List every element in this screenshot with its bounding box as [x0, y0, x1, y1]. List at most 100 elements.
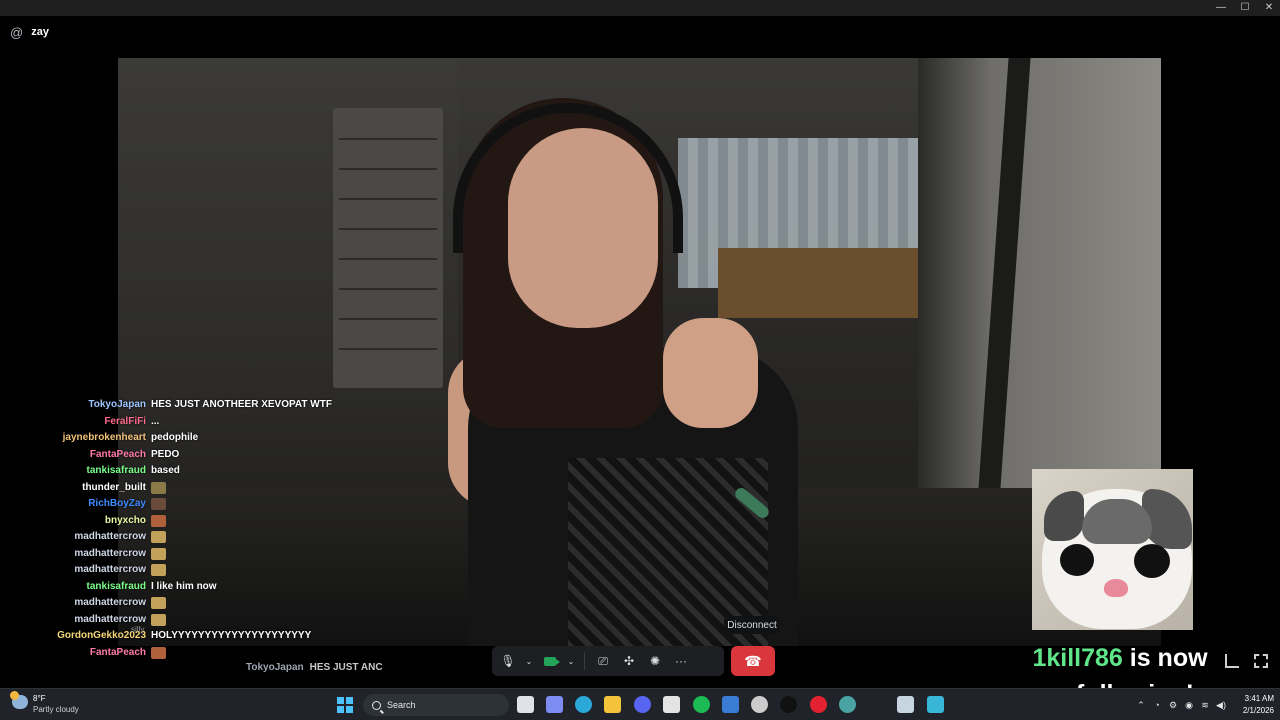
- chat-username[interactable]: madhattercrow: [74, 529, 146, 545]
- emote-icon: [151, 481, 166, 494]
- divider: [584, 652, 585, 670]
- more-options-icon[interactable]: ···: [669, 648, 693, 674]
- chat-message: madhattercrow: [0, 529, 340, 545]
- chat-message: jaynebrokenheart pedophile: [0, 430, 340, 446]
- mic-options-chevron-icon[interactable]: ⌄: [522, 648, 536, 674]
- call-header: @ zay: [10, 24, 49, 40]
- latest-chat-user: TokyoJapan: [246, 662, 304, 673]
- follow-alert-user: 1kill786: [1032, 644, 1123, 672]
- channel-name[interactable]: zay: [31, 26, 49, 38]
- emote-icon: [151, 597, 166, 609]
- fullscreen-icon[interactable]: [1254, 654, 1268, 668]
- windows-start-icon[interactable]: [337, 697, 353, 713]
- pop-out-icon[interactable]: [1225, 654, 1239, 668]
- notes-icon[interactable]: [927, 696, 944, 713]
- latest-chat-text: HES JUST ANC: [309, 662, 383, 673]
- chat-username[interactable]: FeralFiFi: [104, 414, 146, 430]
- volume-icon[interactable]: ◀): [1216, 700, 1226, 710]
- chat-username[interactable]: RichBoyZay: [88, 496, 146, 512]
- edge-icon[interactable]: [575, 696, 592, 713]
- emote-icon: [151, 646, 166, 659]
- chat-text: pedophile: [151, 432, 199, 443]
- tiktok-icon[interactable]: [780, 696, 797, 713]
- close-button[interactable]: ✕: [1264, 3, 1274, 13]
- chat-message: RichBoyZay: [0, 496, 340, 512]
- partly-cloudy-icon: [10, 691, 28, 709]
- steam-icon[interactable]: [897, 696, 914, 713]
- camera-icon[interactable]: [538, 648, 562, 674]
- chat-text: ...: [151, 415, 160, 427]
- chat-username[interactable]: jaynebrokenheart: [63, 430, 146, 446]
- tray-settings-icon[interactable]: ⚙: [1168, 700, 1178, 710]
- activities-icon[interactable]: ✣: [617, 648, 641, 674]
- chat-username[interactable]: madhattercrow: [74, 595, 146, 611]
- participant-video-tile[interactable]: [1032, 469, 1193, 630]
- opera-icon[interactable]: [810, 696, 827, 713]
- disconnect-tooltip: Disconnect: [724, 616, 780, 634]
- chat-message: FantaPeach PEDO: [0, 447, 340, 463]
- chat-text: I like him now: [151, 580, 217, 592]
- drawer-unit: [333, 108, 443, 388]
- chat-username[interactable]: TokyoJapan: [88, 397, 146, 413]
- microphone-icon[interactable]: 🎙: [496, 648, 520, 674]
- screen-share-icon[interactable]: ⎚: [591, 648, 615, 674]
- search-icon: [372, 700, 381, 710]
- chat-message: GordonGekko2023 HOLYYYYYYYYYYYYYYYYYYYYY: [0, 628, 340, 644]
- at-icon: @: [10, 24, 24, 40]
- emote-icon: [151, 514, 166, 527]
- chat-message: FeralFiFi...: [0, 414, 340, 430]
- spotify-icon[interactable]: [693, 696, 710, 713]
- chat-username[interactable]: FantaPeach: [90, 645, 146, 661]
- emote-icon: [151, 564, 166, 576]
- hang-up-icon: ☎: [744, 652, 762, 669]
- tray-app-icon[interactable]: ◔: [1152, 700, 1162, 710]
- headset: [453, 103, 683, 253]
- chat-username[interactable]: thunder_built: [82, 480, 146, 496]
- copilot-icon[interactable]: [546, 696, 563, 713]
- app-root: — ☐ ✕ @ zay TokyoJapan HES JUST ANOTHEER…: [0, 0, 1280, 720]
- show-hidden-icon[interactable]: ⌃: [1136, 700, 1146, 710]
- silly-label: silly: [131, 625, 145, 634]
- chat-username[interactable]: bnyxcho: [105, 513, 146, 529]
- chat-username[interactable]: madhattercrow: [74, 546, 146, 562]
- chat-message: madhattercrow: [0, 612, 340, 628]
- wifi-icon[interactable]: ≋: [1200, 700, 1210, 710]
- title-bar: — ☐ ✕: [0, 0, 1280, 16]
- chat-message: bnyxcho: [0, 513, 340, 529]
- chat-message: tankisafraud I like him now: [0, 579, 340, 595]
- system-tray: ⌃ ◔ ⚙ ◉ ≋ ◀): [1136, 698, 1226, 712]
- chat-username[interactable]: FantaPeach: [90, 447, 146, 463]
- chat-text: PEDO: [151, 448, 180, 460]
- weather-temp: 8°F: [33, 694, 46, 703]
- browser-icon[interactable]: [839, 696, 856, 713]
- chat-message: thunder_built: [0, 480, 340, 496]
- app-icon[interactable]: [751, 696, 768, 713]
- chat-username[interactable]: tankisafraud: [87, 579, 146, 595]
- clock[interactable]: 3:41 AM 2/1/2026: [1230, 693, 1274, 717]
- discord-icon[interactable]: [634, 696, 651, 713]
- camera-options-chevron-icon[interactable]: ⌄: [564, 648, 578, 674]
- chat-message: madhattercrow: [0, 546, 340, 562]
- taskbar-search[interactable]: Search: [363, 694, 509, 716]
- tray-status-icon[interactable]: ◉: [1184, 700, 1194, 710]
- call-controls: 🎙 ⌄ ⌄ ⎚ ✣ ✺ ···: [492, 646, 724, 676]
- mail-icon[interactable]: [722, 696, 739, 713]
- emote-icon: [151, 498, 166, 510]
- cat-face: [1042, 489, 1192, 629]
- latest-chat-message: TokyoJapan HES JUST ANC: [246, 662, 383, 676]
- minimize-button[interactable]: —: [1216, 3, 1226, 13]
- emote-icon: [151, 531, 166, 543]
- weather-widget[interactable]: 8°F Partly cloudy: [10, 691, 112, 717]
- follow-alert-suffix: is now: [1122, 644, 1208, 672]
- task-view-icon[interactable]: [517, 696, 534, 713]
- chat-username[interactable]: tankisafraud: [87, 463, 146, 479]
- chat-message: FantaPeach: [0, 645, 340, 661]
- store-icon[interactable]: [663, 696, 680, 713]
- window-controls: — ☐ ✕: [1216, 0, 1274, 16]
- maximize-button[interactable]: ☐: [1240, 3, 1250, 13]
- soundboard-icon[interactable]: ✺: [643, 648, 667, 674]
- disconnect-button[interactable]: ☎: [731, 646, 775, 676]
- chat-username[interactable]: madhattercrow: [74, 562, 146, 578]
- chat-message: tankisafraud based: [0, 463, 340, 479]
- file-explorer-icon[interactable]: [604, 696, 621, 713]
